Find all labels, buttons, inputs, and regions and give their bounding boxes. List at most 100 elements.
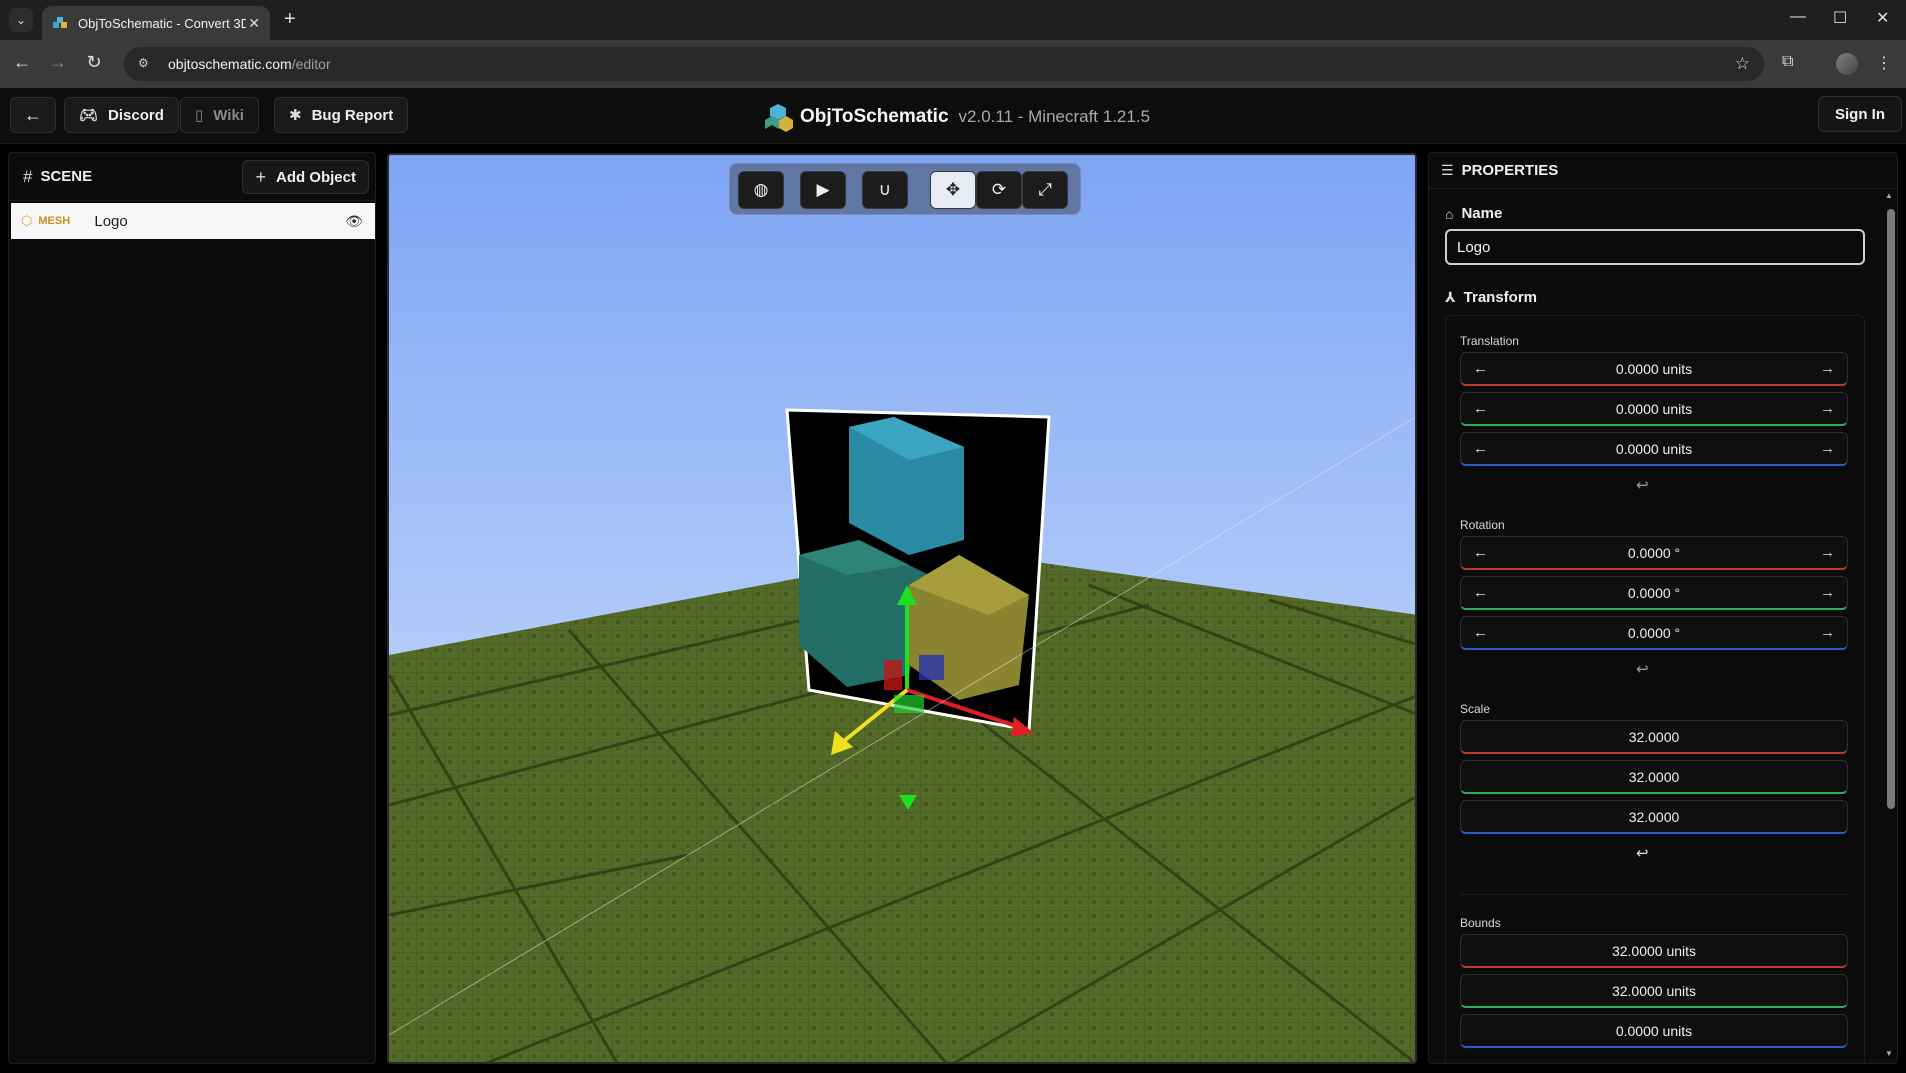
translation-y-field[interactable]: ← 0.0000 units →: [1460, 392, 1848, 426]
minimize-icon[interactable]: —: [1790, 8, 1806, 26]
scene-object-row[interactable]: ⬡ MESH Logo 👁︎: [11, 203, 375, 239]
scene-title: SCENE: [40, 168, 93, 185]
viewport-toolbar: ◍ ▶︎ ∪ ✥ ⟳ ⤢: [729, 163, 1081, 215]
increment-icon[interactable]: →: [1820, 624, 1835, 641]
axes-icon: ⅄: [1445, 289, 1456, 305]
forward-icon[interactable]: →: [46, 52, 70, 73]
extensions-icon[interactable]: ⧉: [1782, 53, 1793, 71]
rotation-label: Rotation: [1460, 518, 1505, 532]
book-icon: ▯: [195, 107, 204, 124]
site-info-icon[interactable]: ⚙: [138, 56, 154, 72]
app-header: ← 🎮︎ Discord ▯ Wiki ✱ Bug Report ObjToSc…: [0, 88, 1906, 144]
rotate-icon[interactable]: ⟳: [976, 171, 1022, 209]
scale-label: Scale: [1460, 702, 1491, 716]
mesh-icon: ⬡: [21, 213, 33, 228]
decrement-icon[interactable]: ←: [1473, 624, 1488, 641]
camera-icon[interactable]: ▶︎: [800, 171, 846, 209]
transform-card: Translation ← 0.0000 units → ← 0.0000 un…: [1445, 315, 1865, 1063]
scale-x-field[interactable]: 32.0000: [1460, 720, 1848, 754]
browser-tab[interactable]: ObjToSchematic - Convert 3D m ✕: [42, 6, 270, 40]
bug-icon: ✱: [289, 107, 302, 124]
scroll-down-icon[interactable]: ▼: [1885, 1049, 1893, 1058]
rotation-z-field[interactable]: ← 0.0000 ° →: [1460, 616, 1848, 650]
transform-label: Transform: [1463, 289, 1538, 306]
maximize-icon[interactable]: ☐: [1833, 8, 1847, 28]
3d-scene-render[interactable]: [389, 155, 1417, 1064]
wiki-label: Wiki: [213, 106, 244, 124]
3d-viewport[interactable]: ◍ ▶︎ ∪ ✥ ⟳ ⤢: [387, 153, 1417, 1064]
plus-icon: +: [255, 166, 266, 187]
add-object-button[interactable]: + Add Object: [242, 160, 369, 194]
scene-header: # SCENE + Add Object: [9, 153, 375, 201]
browser-tabbar: ⌄ ObjToSchematic - Convert 3D m ✕ + — ☐ …: [0, 0, 1906, 40]
decrement-icon[interactable]: ←: [1473, 440, 1488, 457]
url-field[interactable]: ⚙ objtoschematic.com/editor ☆: [124, 47, 1764, 81]
back-button[interactable]: ←: [10, 97, 56, 133]
translation-label: Translation: [1460, 334, 1519, 348]
bug-report-label: Bug Report: [311, 106, 394, 124]
app-name: ObjToSchematic: [800, 106, 949, 127]
rotation-reset-icon[interactable]: ↩: [1636, 660, 1649, 678]
app-logo-icon: [764, 102, 794, 132]
move-icon[interactable]: ✥: [930, 171, 976, 209]
rotation-x-field[interactable]: ← 0.0000 ° →: [1460, 536, 1848, 570]
translation-y-value: 0.0000 units: [1615, 400, 1693, 417]
rotation-z-value: 0.0000 °: [1627, 624, 1681, 641]
name-section-title: ⌂ Name: [1445, 205, 1502, 222]
bounds-y-value: 32.0000 units: [1611, 982, 1697, 999]
discord-button[interactable]: 🎮︎ Discord: [64, 97, 179, 133]
decrement-icon[interactable]: ←: [1473, 544, 1488, 561]
properties-title: PROPERTIES: [1461, 162, 1559, 179]
scale-icon[interactable]: ⤢: [1022, 171, 1068, 209]
increment-icon[interactable]: →: [1820, 400, 1835, 417]
scale-reset-icon[interactable]: ↩: [1636, 844, 1649, 862]
tab-search-button[interactable]: ⌄: [9, 8, 33, 32]
name-label: Name: [1461, 205, 1503, 222]
translation-x-field[interactable]: ← 0.0000 units →: [1460, 352, 1848, 386]
translation-z-field[interactable]: ← 0.0000 units →: [1460, 432, 1848, 466]
scene-panel: # SCENE + Add Object ⬡ MESH Logo 👁︎: [8, 152, 376, 1064]
tab-close-button[interactable]: ✕: [248, 15, 260, 32]
decrement-icon[interactable]: ←: [1473, 360, 1488, 377]
site-favicon-icon: [52, 15, 68, 31]
profile-avatar[interactable]: [1836, 53, 1858, 75]
tag-icon: ⌂: [1445, 205, 1454, 222]
rotation-y-value: 0.0000 °: [1627, 584, 1681, 601]
name-input[interactable]: [1445, 229, 1865, 265]
decrement-icon[interactable]: ←: [1473, 400, 1488, 417]
decrement-icon[interactable]: ←: [1473, 584, 1488, 601]
increment-icon[interactable]: →: [1820, 440, 1835, 457]
sign-in-button[interactable]: Sign In: [1818, 96, 1902, 132]
arrow-left-icon: ←: [24, 104, 42, 125]
url-host: objtoschematic.com: [168, 56, 292, 72]
app-brand: ObjToSchematic v2.0.11 - Minecraft 1.21.…: [764, 102, 1150, 132]
increment-icon[interactable]: →: [1820, 584, 1835, 601]
bug-report-button[interactable]: ✱ Bug Report: [274, 97, 409, 133]
back-icon[interactable]: ←: [10, 52, 34, 73]
window-close-icon[interactable]: ✕: [1876, 8, 1889, 28]
scale-y-value: 32.0000: [1628, 768, 1680, 785]
eye-icon[interactable]: 👁︎: [345, 213, 363, 230]
magnet-icon[interactable]: ∪: [862, 171, 908, 209]
bounds-z-value: 0.0000 units: [1615, 1022, 1693, 1039]
scale-y-field[interactable]: 32.0000: [1460, 760, 1848, 794]
url-path: /editor: [291, 56, 331, 72]
reload-icon[interactable]: ↻: [82, 52, 106, 73]
properties-scrollbar[interactable]: ▲ ▼: [1885, 191, 1895, 1061]
list-icon: ☰: [1441, 162, 1454, 178]
rotation-y-field[interactable]: ← 0.0000 ° →: [1460, 576, 1848, 610]
wiki-button[interactable]: ▯ Wiki: [180, 97, 259, 133]
bookmark-star-icon[interactable]: ☆: [1735, 54, 1750, 74]
increment-icon[interactable]: →: [1820, 544, 1835, 561]
scroll-up-icon[interactable]: ▲: [1885, 191, 1893, 200]
scrollbar-thumb[interactable]: [1887, 209, 1895, 809]
new-tab-button[interactable]: +: [284, 8, 296, 31]
address-bar: ← → ↻ ⚙ objtoschematic.com/editor ☆ ⧉ ⋮: [0, 40, 1906, 88]
translation-reset-icon[interactable]: ↩: [1636, 476, 1649, 494]
bounds-y-field: 32.0000 units: [1460, 974, 1848, 1008]
increment-icon[interactable]: →: [1820, 360, 1835, 377]
browser-menu-icon[interactable]: ⋮: [1876, 53, 1892, 73]
globe-icon[interactable]: ◍: [738, 171, 784, 209]
object-type: MESH: [38, 215, 71, 227]
scale-z-field[interactable]: 32.0000: [1460, 800, 1848, 834]
